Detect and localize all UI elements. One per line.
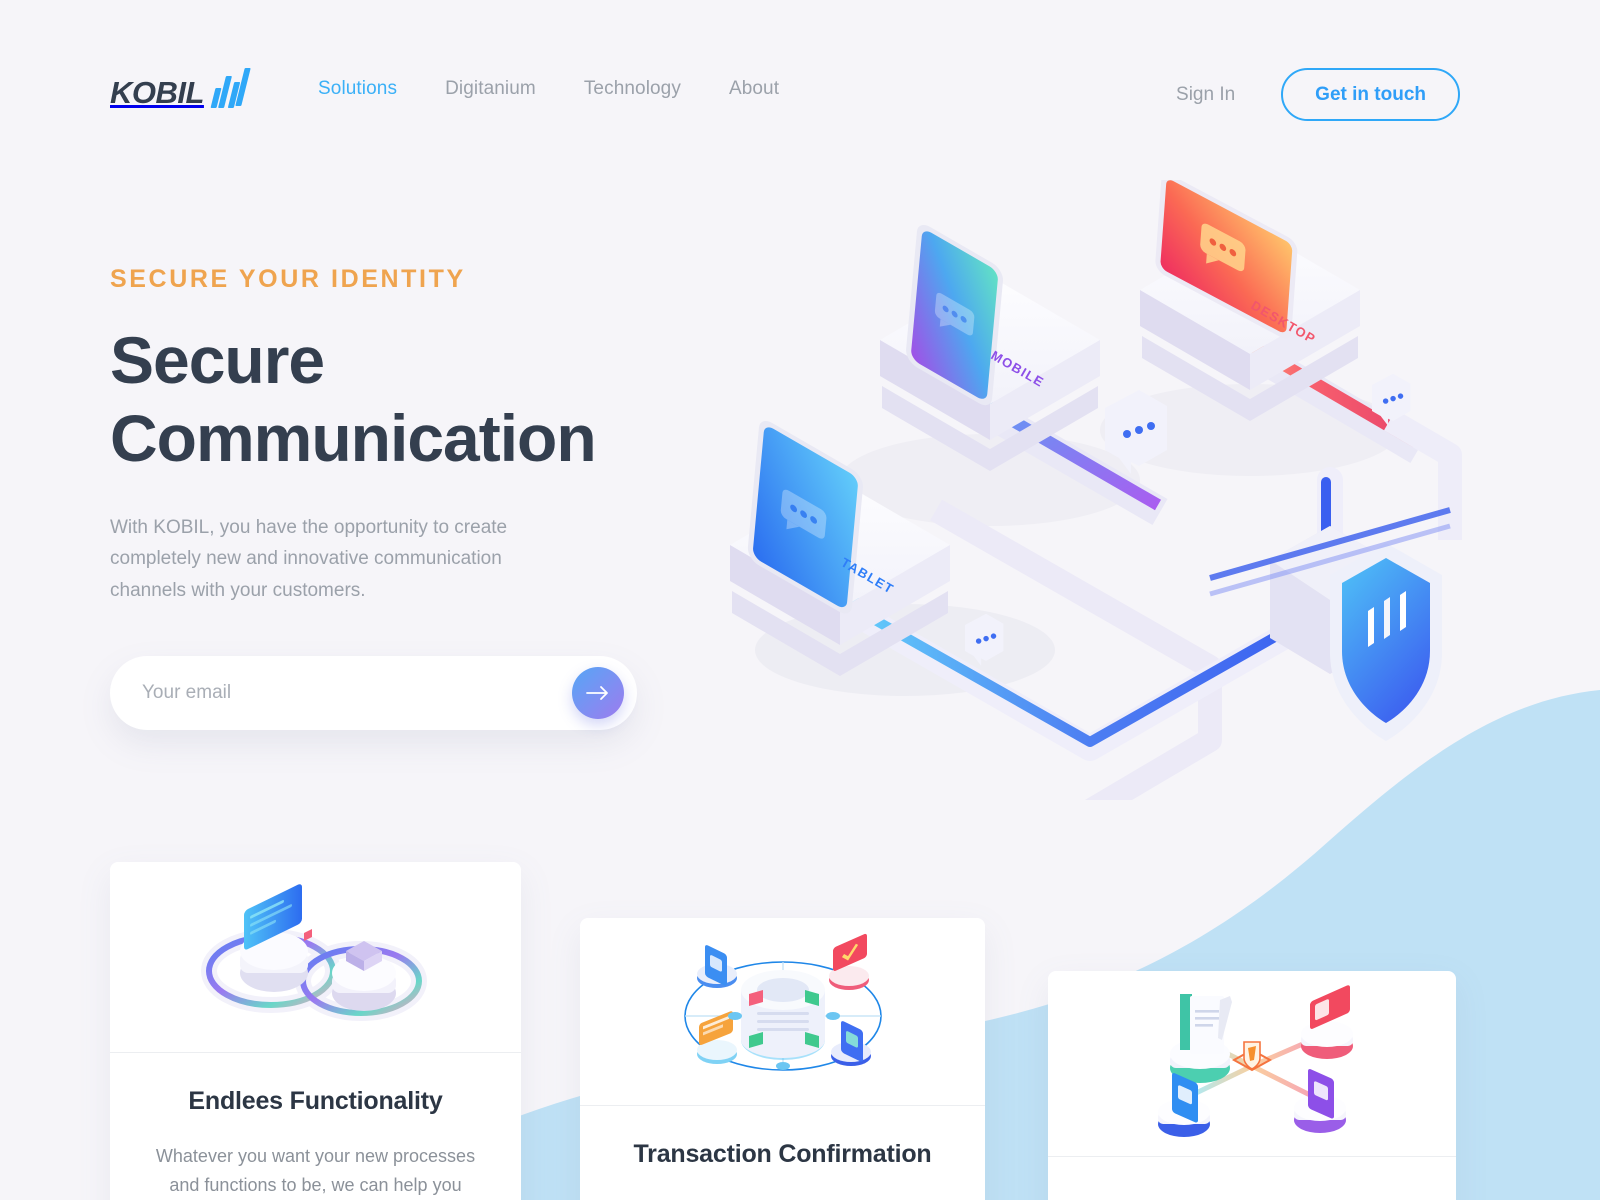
card-text: Endlees Functionality Whatever you want … <box>110 1053 521 1200</box>
nav-item-digitanium[interactable]: Digitanium <box>445 78 536 100</box>
card-illustration <box>1048 971 1456 1157</box>
email-signup-form <box>110 656 637 731</box>
card-illustration <box>580 918 985 1106</box>
document-signing-devices-illustration <box>1158 984 1353 1137</box>
email-submit-button[interactable] <box>572 667 624 720</box>
card-text <box>1048 1157 1456 1191</box>
card-description: Whatever you want your new processes and… <box>155 1146 476 1196</box>
card-illustration <box>110 862 521 1053</box>
site-header: KOBIL Solutions Digitanium Technology Ab… <box>0 0 1600 175</box>
header-actions: Sign In Get in touch <box>1176 68 1460 121</box>
card-title: Endlees Functionality <box>188 1087 443 1115</box>
feature-card-endless-functionality[interactable]: Endlees Functionality Whatever you want … <box>110 862 521 1200</box>
get-in-touch-button[interactable]: Get in touch <box>1281 68 1460 121</box>
email-input[interactable] <box>110 656 637 731</box>
card-title: Transaction Confirmation <box>633 1140 932 1168</box>
hero-eyebrow: SECURE YOUR IDENTITY <box>110 265 466 293</box>
infinity-loop-nodes-illustration <box>200 884 427 1021</box>
page-title: Secure Communication <box>110 322 730 478</box>
logo-text: KOBIL <box>110 75 204 110</box>
datacenter-devices-orbit-illustration <box>683 933 882 1071</box>
nav-item-about[interactable]: About <box>729 78 779 100</box>
logo[interactable]: KOBIL <box>110 68 251 110</box>
sign-in-link[interactable]: Sign In <box>1176 84 1235 106</box>
platform-mobile: MOBILE <box>880 224 1100 471</box>
feature-card-transaction-confirmation[interactable]: Transaction Confirmation <box>580 918 985 1200</box>
hero-title-line-2: Communication <box>110 400 597 475</box>
nav-item-solutions[interactable]: Solutions <box>318 78 397 100</box>
hero-illustration: MOBILE DESKTOP TABLET <box>730 180 1462 800</box>
hero-content: SECURE YOUR IDENTITY Secure Communicatio… <box>110 265 730 731</box>
arrow-right-icon <box>586 686 608 701</box>
hero-title-line-1: Secure <box>110 323 325 397</box>
kobil-bars-icon <box>210 68 251 108</box>
nav-item-technology[interactable]: Technology <box>584 78 681 100</box>
feature-card-document-signing[interactable] <box>1048 971 1456 1200</box>
hero-subtitle: With KOBIL, you have the opportunity to … <box>110 516 508 601</box>
card-text: Transaction Confirmation <box>580 1106 985 1169</box>
shield-kobil-icon <box>1209 507 1451 741</box>
primary-nav: Solutions Digitanium Technology About <box>318 78 779 100</box>
